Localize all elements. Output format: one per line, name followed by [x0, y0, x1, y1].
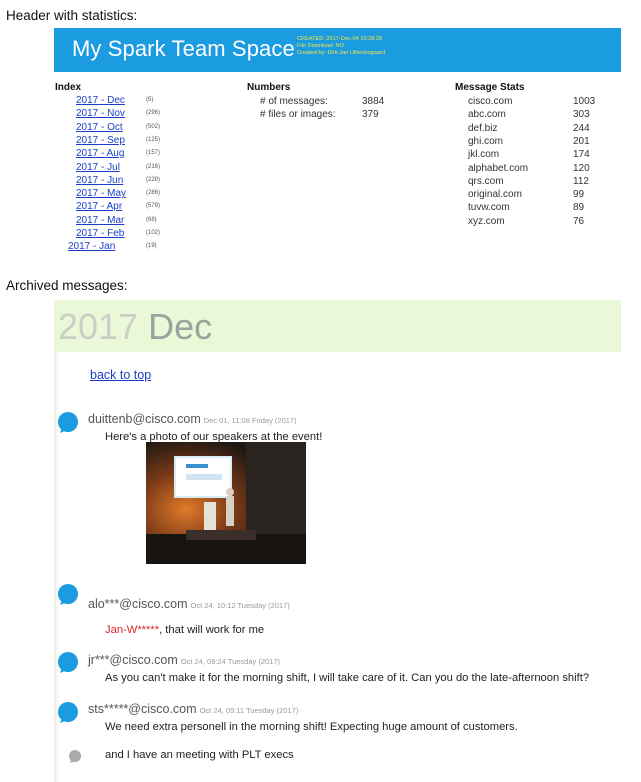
space-banner: My Spark Team Space CREATED: 2017-Dec-04… [54, 28, 621, 72]
index-month-count: (19) [146, 243, 157, 250]
user-mention[interactable]: Jan-W***** [105, 624, 159, 636]
index-month-count: (286) [146, 190, 161, 197]
index-item: 2017 - Mar (68) [76, 215, 157, 228]
index-item: 2017 - Dec (5) [76, 95, 153, 108]
index-month-count: (296) [146, 110, 161, 117]
index-month-count: (502) [146, 123, 161, 130]
index-item: 2017 - Jul (216) [76, 162, 160, 175]
index-month-link[interactable]: 2017 - Feb [76, 228, 124, 239]
index-item: 2017 - May (286) [76, 188, 160, 201]
index-month-count: (228) [146, 176, 161, 183]
files-count-value: 379 [362, 109, 379, 120]
index-item: 2017 - Oct (502) [76, 122, 160, 135]
back-to-top-link[interactable]: back to top [90, 368, 151, 382]
index-month-link[interactable]: 2017 - May [76, 188, 126, 199]
chat-bubble-icon [58, 702, 78, 723]
index-month-link[interactable]: 2017 - Sep [76, 135, 125, 146]
stats-domain: alphabet.com [468, 162, 529, 174]
message-text: As you can't make it for the morning shi… [105, 672, 590, 684]
stats-domain: original.com [468, 189, 522, 201]
index-month-count: (5) [146, 97, 154, 103]
index-month-count: (157) [146, 150, 161, 157]
month-name: Dec [148, 306, 213, 347]
index-month-link[interactable]: 2017 - Oct [76, 122, 123, 133]
statistics-panel: Index 2017 - Dec (5) 2017 - Nov (296) 2017 -… [0, 82, 641, 262]
message-sender: alo***@cisco.com Oct 24, 10:12 Tuesday (2… [88, 597, 290, 611]
stats-domain: qrs.com [468, 175, 504, 187]
speakers-photo-image [146, 442, 306, 564]
message-text: Jan-W*****, that will work for me [105, 624, 265, 636]
index-month-link[interactable]: 2017 - Nov [76, 108, 125, 119]
stats-count: 99 [573, 189, 585, 201]
index-month-link[interactable]: 2017 - Aug [76, 148, 124, 159]
index-month-link[interactable]: 2017 - Jun [76, 175, 123, 186]
numbers-heading: Numbers [247, 82, 291, 93]
files-count-label: # files or images: [260, 109, 336, 120]
stats-count: 303 [573, 109, 590, 121]
message-timestamp: Dec 01, 11:08 Friday (2017) [203, 416, 297, 425]
stats-count: 76 [573, 215, 585, 227]
index-item: 2017 - Aug (157) [76, 148, 160, 161]
index-heading: Index [55, 82, 82, 93]
stats-domain: cisco.com [468, 96, 513, 107]
index-month-count: (68) [146, 216, 157, 223]
message-text: and I have an meeting with PLT execs [105, 749, 294, 761]
stats-domain: abc.com [468, 109, 506, 121]
message-timestamp: Oct 24, 10:12 Tuesday (2017) [190, 601, 290, 610]
created-by: Created by: Dirk-Jan Uittenbogaard [297, 50, 385, 56]
stats-count: 112 [573, 175, 589, 187]
index-item: 2017 - Sep (125) [76, 135, 160, 148]
stats-domain: tuvw.com [468, 202, 510, 214]
stats-domain: xyz.com [468, 215, 505, 227]
index-month-link[interactable]: 2017 - Apr [76, 201, 122, 212]
index-month-link[interactable]: 2017 - Dec [76, 95, 125, 106]
space-title: My Spark Team Space [72, 36, 295, 61]
stats-count: 201 [573, 135, 590, 147]
message-timestamp: Oct 24, 09:11 Tuesday (2017) [199, 706, 299, 715]
index-item: 2017 - Jun (228) [76, 175, 160, 188]
month-year: 2017 [58, 306, 139, 347]
header-caption: Header with statistics: [6, 8, 138, 23]
stats-domain: jkl.com [468, 149, 500, 161]
archived-caption: Archived messages: [6, 278, 128, 293]
index-month-count: (216) [146, 163, 161, 170]
index-item: 2017 - Jan (19) [68, 241, 157, 254]
message-sender: sts*****@cisco.com Oct 24, 09:11 Tuesday … [88, 702, 299, 716]
index-item: 2017 - Nov (296) [76, 108, 160, 121]
chat-bubble-icon [58, 584, 78, 605]
message-stats-heading: Message Stats [455, 82, 525, 93]
messages-count-value: 3884 [362, 96, 385, 107]
archive-section: 2017 Dec back to top duittenb@cisco.com D… [54, 300, 621, 782]
message-text: We need extra personell in the morning s… [105, 721, 518, 733]
created-date: CREATED: 2017-Dec-04 13:28:28 [297, 36, 383, 42]
message-sender: jr***@cisco.com Oct 24, 09:24 Tuesday (20… [88, 653, 281, 667]
stats-count: 244 [573, 122, 590, 134]
index-month-link[interactable]: 2017 - Jan [68, 241, 115, 252]
chat-bubble-icon [58, 652, 78, 673]
index-month-count: (125) [146, 136, 161, 143]
space-meta: CREATED: 2017-Dec-04 13:28:28 File Downl… [297, 36, 385, 57]
stats-count: 174 [573, 149, 590, 161]
month-header: 2017 Dec [54, 300, 621, 352]
file-download-status: File Download: NO [297, 43, 344, 49]
chat-bubble-small-icon [69, 750, 81, 763]
message-sender: duittenb@cisco.com Dec 01, 11:08 Friday (… [88, 412, 297, 426]
stats-domain: ghi.com [468, 135, 504, 147]
event-photo[interactable] [146, 442, 306, 564]
index-month-link[interactable]: 2017 - Jul [76, 162, 120, 173]
messages-count-label: # of messages: [260, 96, 328, 107]
stats-count: 1003 [573, 96, 596, 107]
index-month-count: (102) [146, 230, 161, 236]
month-title: 2017 Dec [58, 306, 212, 348]
stats-domain: def.biz [468, 122, 498, 134]
index-item: 2017 - Feb (102) [76, 228, 160, 241]
stats-count: 120 [573, 162, 590, 174]
message-timestamp: Oct 24, 09:24 Tuesday (2017) [180, 657, 281, 666]
index-item: 2017 - Apr (579) [76, 201, 160, 214]
stats-count: 89 [573, 202, 585, 214]
index-month-link[interactable]: 2017 - Mar [76, 215, 124, 226]
chat-bubble-icon [58, 412, 78, 433]
index-month-count: (579) [146, 203, 161, 210]
